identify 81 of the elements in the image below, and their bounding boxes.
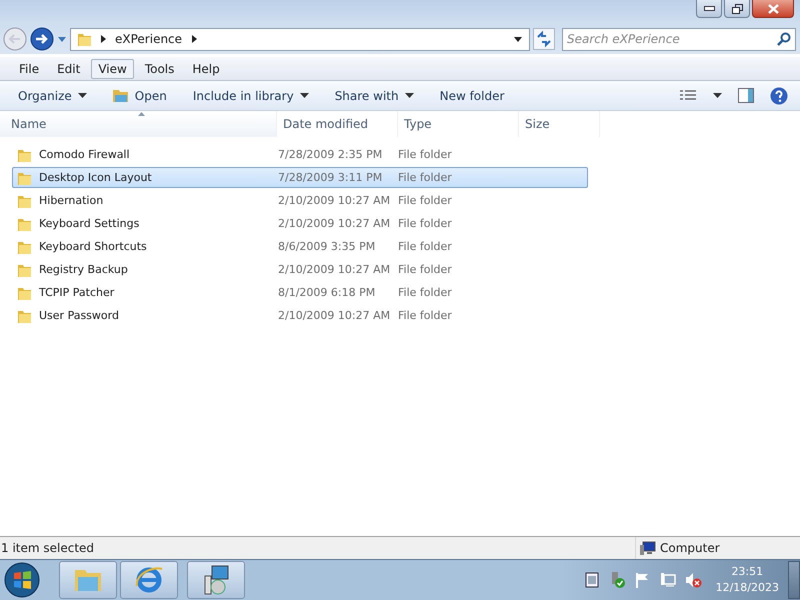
date-modified: 7/28/2009 2:35 PM [278, 148, 382, 161]
recent-pages-icon[interactable] [57, 35, 67, 43]
file-name: Desktop Icon Layout [39, 171, 152, 184]
taskbar-button[interactable] [120, 561, 178, 599]
toolbar-button[interactable]: Include in library [184, 84, 317, 108]
file-type: File folder [398, 240, 452, 253]
date-modified: 7/28/2009 3:11 PM [278, 171, 382, 184]
file-row[interactable]: User Password 2/10/2009 10:27 AM File folder [12, 305, 588, 326]
menu-item[interactable]: Edit [50, 58, 88, 78]
caret-icon [300, 92, 309, 98]
file-name: Keyboard Settings [39, 217, 140, 230]
toolbar-button[interactable]: Share with [326, 84, 422, 108]
file-name: Keyboard Shortcuts [39, 240, 147, 253]
preview-pane-icon[interactable] [738, 88, 754, 103]
toolbar-button[interactable]: Open [104, 84, 175, 108]
taskbar-button[interactable] [187, 561, 245, 599]
forward-button[interactable] [30, 27, 54, 51]
toolbar-button[interactable]: Organize [10, 84, 95, 108]
toolbar-button[interactable]: New folder [432, 84, 512, 108]
address-bar[interactable]: eXPerience [70, 28, 530, 50]
date-modified: 2/10/2009 10:27 AM [278, 194, 390, 207]
date-modified: 2/10/2009 10:27 AM [278, 217, 390, 230]
file-type: File folder [398, 217, 452, 230]
date-modified: 8/6/2009 3:35 PM [278, 240, 376, 253]
date-modified: 2/10/2009 10:27 AM [278, 309, 390, 322]
menu-item[interactable]: View [91, 58, 134, 78]
breadcrumb-arrow-icon[interactable] [190, 34, 198, 44]
date-modified: 2/10/2009 10:27 AM [278, 263, 390, 276]
file-name: Comodo Firewall [39, 148, 130, 161]
speaker-muted-icon[interactable] [684, 572, 703, 588]
view-options-icon[interactable] [679, 88, 697, 102]
column-header[interactable]: Date modified [277, 111, 398, 137]
close-button[interactable] [752, 0, 794, 18]
file-type: File folder [398, 286, 452, 299]
minimize-button[interactable] [696, 0, 722, 18]
caret-icon [404, 92, 414, 98]
file-type: File folder [398, 194, 452, 207]
file-row[interactable]: Keyboard Settings 2/10/2009 10:27 AM File folder [12, 213, 588, 234]
breadcrumb-item[interactable]: eXPerience [115, 32, 182, 46]
file-row[interactable]: Registry Backup 2/10/2009 10:27 AM File folder [12, 259, 588, 280]
sort-arrow-icon [138, 112, 145, 116]
folder-icon [77, 31, 91, 47]
file-type: File folder [398, 263, 452, 276]
file-row[interactable]: Comodo Firewall 7/28/2009 2:35 PM File folder [12, 144, 588, 165]
file-name: Registry Backup [39, 263, 128, 276]
file-name: User Password [39, 309, 119, 322]
caret-icon [78, 92, 87, 98]
location-label: Computer [660, 541, 720, 555]
file-type: File folder [398, 148, 452, 161]
breadcrumb-arrow-icon[interactable] [99, 34, 107, 44]
file-type: File folder [398, 171, 452, 184]
file-name: Hibernation [39, 194, 104, 207]
status-text: 1 item selected [0, 541, 96, 555]
file-name: TCPIP Patcher [39, 286, 114, 299]
column-header[interactable]: Type [398, 111, 519, 137]
restore-button[interactable] [724, 0, 750, 18]
search-field[interactable]: Search eXPerience [562, 28, 796, 50]
selected-row[interactable]: Desktop Icon Layout 7/28/2009 3:11 PM File folder [12, 167, 588, 188]
caret-icon[interactable] [713, 92, 722, 98]
menu-item[interactable]: File [12, 58, 46, 78]
dropdown-caret-icon[interactable] [513, 35, 523, 43]
show-desktop-button[interactable] [788, 561, 800, 599]
file-row[interactable]: Keyboard Shortcuts 8/6/2009 3:35 PM File folder [12, 236, 588, 257]
minimize-icon [704, 6, 714, 11]
date-modified: 8/1/2009 6:18 PM [278, 286, 376, 299]
file-type: File folder [398, 309, 452, 322]
file-row[interactable]: TCPIP Patcher 8/1/2009 6:18 PM File folder [12, 282, 588, 303]
help-icon[interactable] [770, 86, 788, 104]
computer-icon [640, 541, 656, 555]
folder-icon [112, 88, 129, 104]
notes-icon[interactable] [584, 572, 599, 588]
menu-item[interactable]: Help [185, 58, 227, 78]
restore-icon [732, 4, 742, 14]
start-button[interactable] [4, 562, 40, 598]
search-icon[interactable] [777, 32, 791, 46]
column-header[interactable]: Size [519, 111, 600, 137]
refresh-button[interactable] [533, 28, 555, 50]
file-row[interactable]: Hibernation 2/10/2009 10:27 AM File folder [12, 190, 588, 211]
menu-item[interactable]: Tools [138, 58, 182, 78]
close-icon [768, 4, 778, 14]
column-header[interactable]: Name [0, 111, 277, 137]
